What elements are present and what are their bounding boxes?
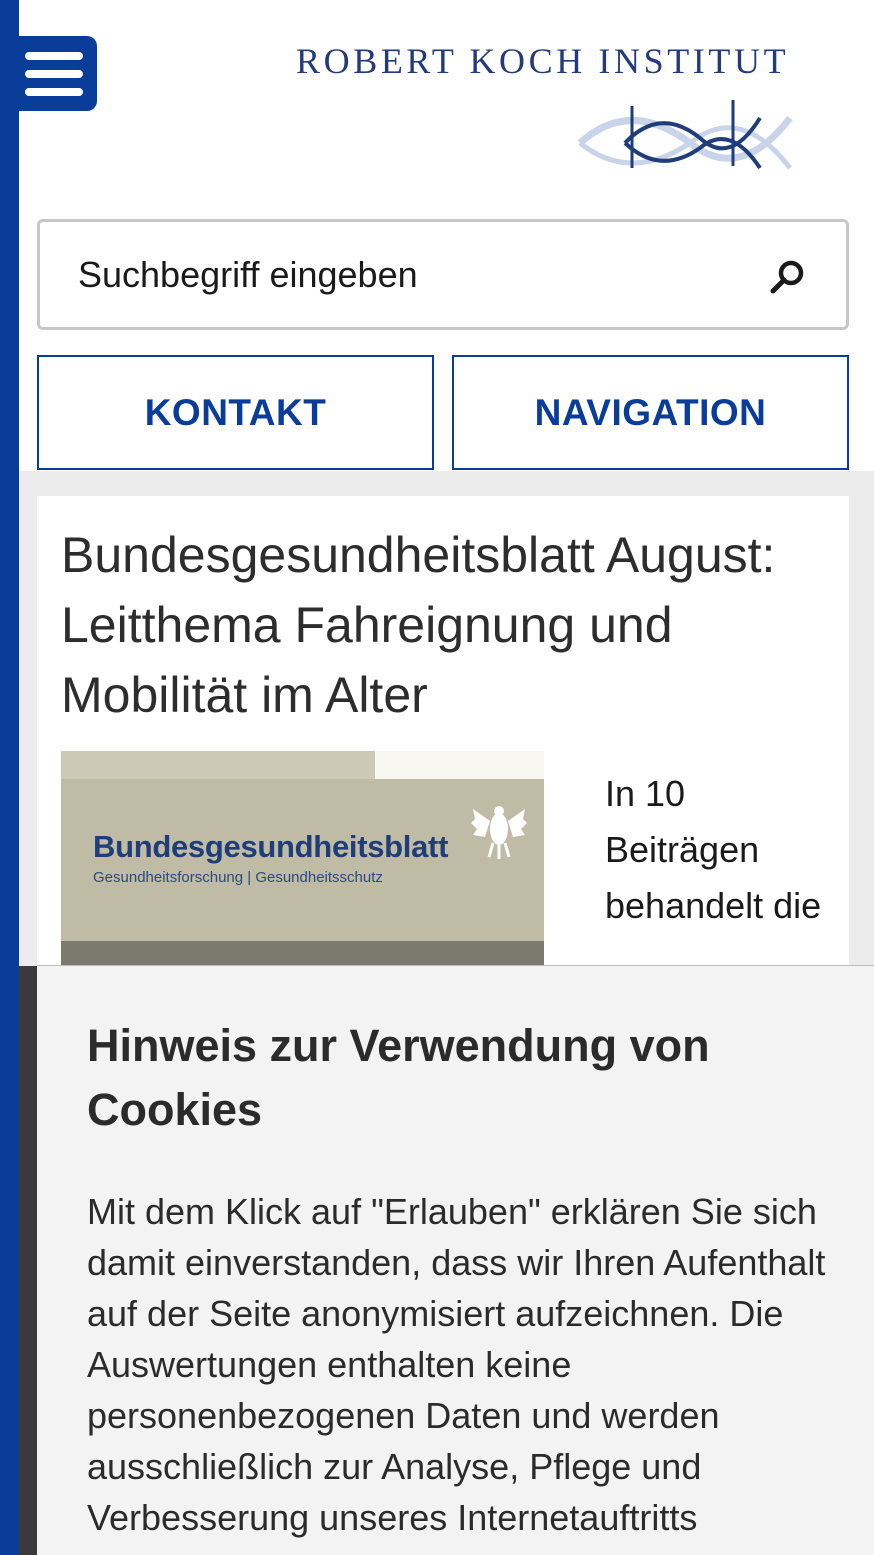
rki-logo[interactable]: ROBERT KOCH INSTITUT <box>280 28 840 188</box>
cover-title: Bundesgesundheitsblatt <box>93 829 449 864</box>
overlay-shade <box>19 966 38 1555</box>
cover-meta-strip <box>375 751 544 779</box>
federal-eagle-icon <box>471 806 527 859</box>
menu-button[interactable] <box>19 36 97 111</box>
search-input[interactable] <box>78 222 738 327</box>
navigation-button[interactable]: NAVIGATION <box>452 355 849 470</box>
article-teaser: In 10 Beiträgen behandelt die <box>605 773 822 926</box>
kontakt-button[interactable]: KONTAKT <box>37 355 434 470</box>
article-title[interactable]: Bundesgesundheitsblatt August: Leitthema… <box>61 520 841 730</box>
magnifier-icon[interactable] <box>768 256 808 296</box>
cookie-notice-dialog: Hinweis zur Verwendung von Cookies Mit d… <box>37 965 874 1555</box>
cover-subtitle: Gesundheitsforschung | Gesundheitsschutz <box>93 869 383 886</box>
search-box <box>37 219 849 330</box>
logo-text: ROBERT KOCH INSTITUT <box>296 41 790 81</box>
cookie-notice-title: Hinweis zur Verwendung von Cookies <box>87 1020 710 1135</box>
page: ROBERT KOCH INSTITUT KONTAKT NAVIGATION … <box>0 0 874 1555</box>
hamburger-menu-icon <box>25 51 83 60</box>
logo-mark-icon <box>577 100 793 170</box>
cookie-notice-text: Mit dem Klick auf "Erlauben" erklären Si… <box>87 1191 826 1538</box>
article-cover-image[interactable]: Bundesgesundheitsblatt Gesundheitsforsch… <box>61 751 544 991</box>
left-accent-stripe <box>0 0 19 1555</box>
